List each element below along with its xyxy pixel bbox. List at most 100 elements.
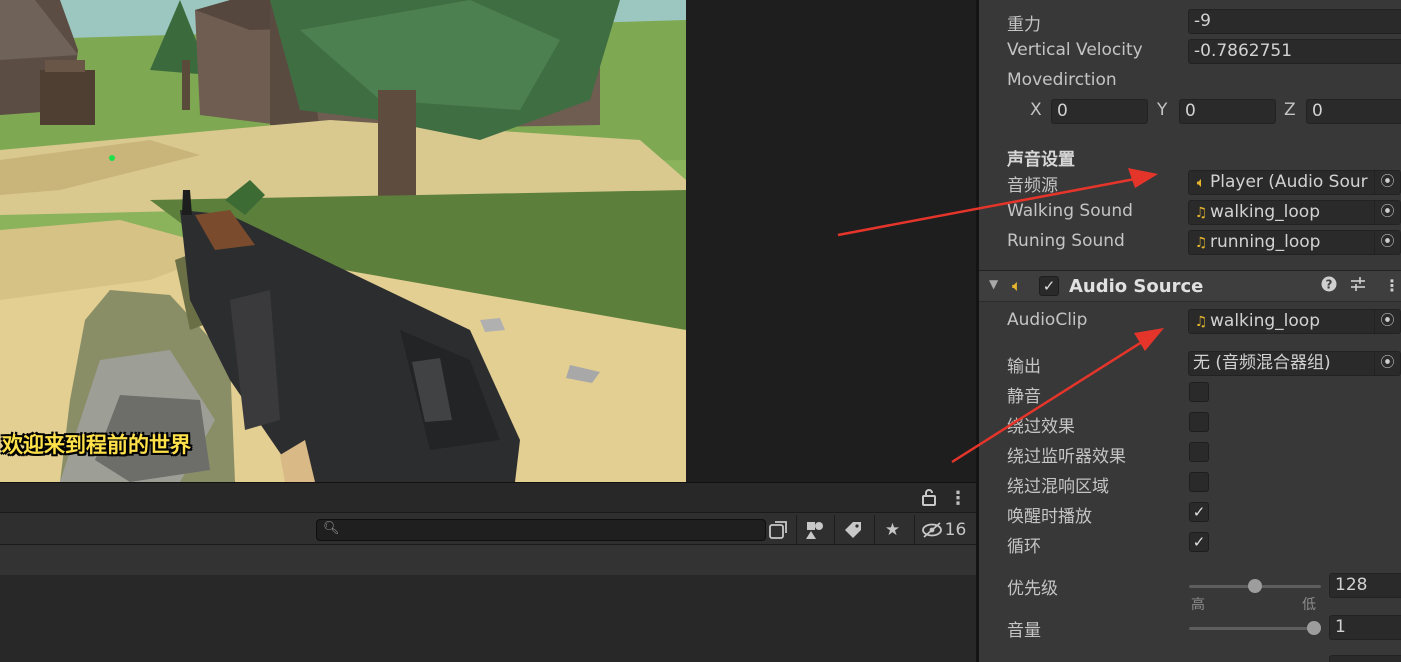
object-picker-icon[interactable]: ⦿: [1374, 352, 1400, 375]
play-on-awake-row: 唤醒时播放 ✓: [979, 498, 1401, 528]
component-menu-icon[interactable]: ⋮: [1384, 276, 1400, 295]
hidden-count: 16: [944, 519, 967, 540]
move-direction-vector: X 0 Y 0 Z 0: [979, 96, 1401, 126]
bypass-reverb-zones-label: 绕过混响区域: [1007, 477, 1109, 497]
bypass-listener-effects-checkbox[interactable]: [1189, 442, 1209, 462]
z-axis-label: Z: [1284, 100, 1296, 120]
walking-sound-label: Walking Sound: [1007, 201, 1133, 221]
panel-toolbar: 🔍︎ ★ 16: [0, 512, 978, 545]
component-enabled-checkbox[interactable]: ✓: [1039, 276, 1059, 296]
next-row-partial: [979, 652, 1401, 662]
running-sound-row: Runing Sound ♫ running_loop ⦿: [979, 227, 1401, 257]
volume-row: 音量 1: [979, 612, 1401, 642]
hidden-packages-button[interactable]: 16: [914, 515, 972, 544]
move-direction-z-field[interactable]: 0: [1306, 99, 1401, 124]
mute-label: 静音: [1007, 387, 1041, 407]
bypass-reverb-zones-checkbox[interactable]: [1189, 472, 1209, 492]
output-value: 无 (音频混合器组): [1193, 353, 1331, 373]
bypass-effects-checkbox[interactable]: [1189, 412, 1209, 432]
gravity-field[interactable]: -9: [1188, 9, 1401, 34]
output-field[interactable]: 无 (音频混合器组) ⦿: [1188, 351, 1401, 376]
favorites-star-icon[interactable]: ★: [874, 515, 910, 544]
output-row: 输出 无 (音频混合器组) ⦿: [979, 348, 1401, 378]
vertical-velocity-row: Vertical Velocity -0.7862751: [979, 36, 1401, 66]
audio-source-ref-value: Player (Audio Sour: [1210, 172, 1368, 192]
object-picker-icon[interactable]: ⦿: [1374, 310, 1400, 333]
speaker-icon: 🔈︎: [1196, 175, 1206, 191]
loop-checkbox[interactable]: ✓: [1189, 532, 1209, 552]
running-sound-value: running_loop: [1210, 232, 1321, 252]
audio-source-ref-field[interactable]: 🔈︎ Player (Audio Sour ⦿: [1188, 170, 1401, 195]
more-options-icon[interactable]: ⋮: [949, 488, 967, 509]
play-on-awake-label: 唤醒时播放: [1007, 507, 1092, 527]
project-panel: ⋮ 🔍︎ ★ 16: [0, 482, 978, 662]
audio-source-component-header[interactable]: ▼ 🔈︎ ✓ Audio Source ? ⋮: [979, 270, 1401, 302]
bypass-listener-effects-row: 绕过监听器效果: [979, 438, 1401, 468]
audio-source-ref-label: 音频源: [1007, 176, 1058, 196]
mute-checkbox[interactable]: [1189, 382, 1209, 402]
search-by-type-button[interactable]: [762, 515, 794, 544]
gravity-row: 重力 -9: [979, 6, 1401, 36]
play-on-awake-checkbox[interactable]: ✓: [1189, 502, 1209, 522]
running-sound-label: Runing Sound: [1007, 231, 1125, 251]
component-title: Audio Source: [1069, 276, 1204, 297]
bypass-effects-row: 绕过效果: [979, 408, 1401, 438]
vertical-velocity-label: Vertical Velocity: [1007, 40, 1143, 60]
panel-tab-bar: ⋮: [0, 482, 978, 512]
priority-slider-thumb[interactable]: [1248, 579, 1262, 593]
priority-slider[interactable]: [1189, 579, 1321, 593]
project-list-row[interactable]: [0, 545, 978, 575]
y-axis-label: Y: [1157, 100, 1168, 120]
object-picker-icon[interactable]: ⦿: [1374, 231, 1400, 254]
mute-row: 静音: [979, 378, 1401, 408]
gravity-label: 重力: [1007, 15, 1041, 35]
inspector-panel: 重力 -9 Vertical Velocity -0.7862751 Moved…: [979, 0, 1401, 662]
audio-source-ref-row: 音频源 🔈︎ Player (Audio Sour ⦿: [979, 167, 1401, 197]
priority-low-label: 低: [1302, 597, 1316, 613]
bypass-effects-label: 绕过效果: [1007, 417, 1075, 437]
game-scene-render: [0, 0, 686, 482]
running-sound-field[interactable]: ♫ running_loop ⦿: [1188, 230, 1401, 255]
speaker-icon: 🔈︎: [1012, 276, 1022, 295]
vertical-velocity-field[interactable]: -0.7862751: [1188, 39, 1401, 64]
help-icon[interactable]: ?: [1321, 276, 1337, 296]
priority-field[interactable]: 128: [1329, 573, 1401, 598]
output-label: 输出: [1007, 357, 1041, 377]
move-direction-label: Movedirction: [1007, 70, 1117, 90]
music-note-icon: ♫: [1194, 205, 1208, 221]
subtitle-caption: 欢迎来到程前的世界: [2, 433, 191, 457]
audio-clip-field[interactable]: ♫ walking_loop ⦿: [1188, 309, 1401, 334]
lock-icon[interactable]: [921, 488, 937, 510]
filter-by-type-icon[interactable]: [796, 515, 832, 544]
audio-clip-value: walking_loop: [1210, 311, 1320, 331]
bypass-reverb-zones-row: 绕过混响区域: [979, 468, 1401, 498]
move-direction-y-field[interactable]: 0: [1179, 99, 1276, 124]
priority-label: 优先级: [1007, 579, 1058, 599]
scene-background: [686, 0, 978, 482]
filter-by-label-icon[interactable]: [834, 515, 870, 544]
search-input[interactable]: 🔍︎: [316, 519, 766, 541]
presets-icon[interactable]: [1350, 276, 1366, 296]
walking-sound-row: Walking Sound ♫ walking_loop ⦿: [979, 197, 1401, 227]
music-note-icon: ♫: [1194, 235, 1208, 251]
priority-high-label: 高: [1191, 597, 1205, 613]
loop-row: 循环 ✓: [979, 528, 1401, 558]
project-list-area: [0, 575, 978, 662]
walking-sound-field[interactable]: ♫ walking_loop ⦿: [1188, 200, 1401, 225]
fold-arrow-icon[interactable]: ▼: [989, 277, 998, 291]
music-note-icon: ♫: [1194, 314, 1208, 330]
volume-slider[interactable]: [1189, 621, 1321, 635]
object-picker-icon[interactable]: ⦿: [1374, 201, 1400, 224]
svg-text:?: ?: [1326, 278, 1333, 292]
volume-slider-thumb[interactable]: [1307, 621, 1321, 635]
next-field-partial[interactable]: [1329, 655, 1401, 662]
audio-clip-row: AudioClip ♫ walking_loop ⦿: [979, 306, 1401, 336]
object-picker-icon[interactable]: ⦿: [1374, 171, 1400, 194]
audio-clip-label: AudioClip: [1007, 310, 1088, 330]
search-icon: 🔍︎: [323, 521, 340, 536]
walking-sound-value: walking_loop: [1210, 202, 1320, 222]
volume-field[interactable]: 1: [1329, 615, 1401, 640]
game-view[interactable]: 欢迎来到程前的世界: [0, 0, 686, 482]
move-direction-row: Movedirction: [979, 66, 1401, 96]
move-direction-x-field[interactable]: 0: [1051, 99, 1148, 124]
